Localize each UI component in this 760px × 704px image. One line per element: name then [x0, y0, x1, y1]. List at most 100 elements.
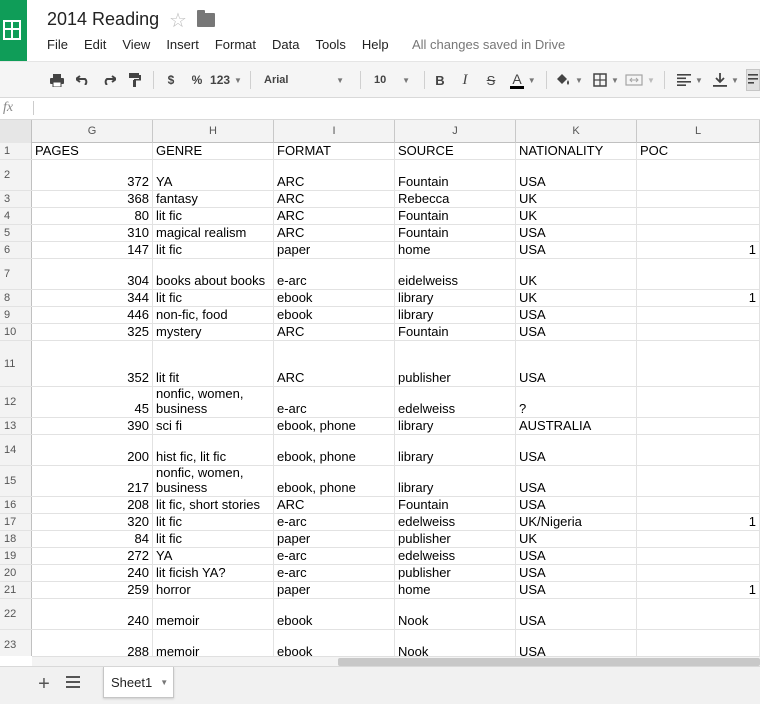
print-icon[interactable] — [48, 69, 66, 91]
row-header[interactable]: 13 — [0, 418, 32, 434]
vertical-align-button[interactable]: ▼ — [710, 69, 742, 91]
cell-j17[interactable]: edelweiss — [395, 514, 516, 530]
save-status[interactable]: All changes saved in Drive — [412, 37, 565, 52]
number-format-dropdown[interactable]: 123 ▼ — [210, 69, 242, 91]
cell-g3[interactable]: 368 — [32, 191, 153, 207]
strikethrough-button[interactable]: S — [482, 69, 500, 91]
cell-h21[interactable]: horror — [153, 582, 274, 598]
cell-g22[interactable]: 240 — [32, 599, 153, 629]
row-header[interactable]: 22 — [0, 599, 32, 629]
cell-k22[interactable]: USA — [516, 599, 637, 629]
cell-j20[interactable]: publisher — [395, 565, 516, 581]
font-size-select[interactable]: 10 ▼ — [368, 69, 416, 91]
cell-g5[interactable]: 310 — [32, 225, 153, 241]
cell-i20[interactable]: e-arc — [274, 565, 395, 581]
cell-k7[interactable]: UK — [516, 259, 637, 289]
cell-h5[interactable]: magical realism — [153, 225, 274, 241]
formula-input[interactable] — [33, 101, 34, 115]
horizontal-align-button[interactable]: ▼ — [674, 69, 706, 91]
cell-g11[interactable]: 352 — [32, 341, 153, 386]
cell-k12[interactable]: ? — [516, 387, 637, 417]
cell-i5[interactable]: ARC — [274, 225, 395, 241]
cell-k14[interactable]: USA — [516, 435, 637, 465]
cell-i11[interactable]: ARC — [274, 341, 395, 386]
cell-g18[interactable]: 84 — [32, 531, 153, 547]
cell-j15[interactable]: library — [395, 466, 516, 496]
cell-j4[interactable]: Fountain — [395, 208, 516, 224]
row-header[interactable]: 18 — [0, 531, 32, 547]
scrollbar-thumb[interactable] — [338, 658, 760, 666]
cell-j13[interactable]: library — [395, 418, 516, 434]
bold-button[interactable]: B — [431, 69, 449, 91]
cell-i7[interactable]: e-arc — [274, 259, 395, 289]
menu-view[interactable]: View — [122, 37, 150, 55]
cell-i9[interactable]: ebook — [274, 307, 395, 323]
cell-h6[interactable]: lit fic — [153, 242, 274, 258]
cell-g16[interactable]: 208 — [32, 497, 153, 513]
row-header[interactable]: 4 — [0, 208, 32, 224]
cell-i10[interactable]: ARC — [274, 324, 395, 340]
cell-l12[interactable] — [637, 387, 760, 417]
row-header[interactable]: 9 — [0, 307, 32, 323]
cell-l8[interactable]: 1 — [637, 290, 760, 306]
cell-l7[interactable] — [637, 259, 760, 289]
cell-l14[interactable] — [637, 435, 760, 465]
column-header-l[interactable]: L — [637, 120, 760, 143]
row-header[interactable]: 15 — [0, 466, 32, 496]
cell-h22[interactable]: memoir — [153, 599, 274, 629]
cell-h7[interactable]: books about books — [153, 259, 274, 289]
cell-g21[interactable]: 259 — [32, 582, 153, 598]
cell-l1[interactable]: POC — [637, 143, 760, 159]
menu-edit[interactable]: Edit — [84, 37, 106, 55]
row-header[interactable]: 2 — [0, 160, 32, 190]
cell-k17[interactable]: UK/Nigeria — [516, 514, 637, 530]
merge-cells-button[interactable]: ▼ — [624, 69, 656, 91]
menu-tools[interactable]: Tools — [315, 37, 345, 55]
cell-g8[interactable]: 344 — [32, 290, 153, 306]
column-header-h[interactable]: H — [153, 120, 274, 143]
cell-h14[interactable]: hist fic, lit fic — [153, 435, 274, 465]
cell-i14[interactable]: ebook, phone — [274, 435, 395, 465]
row-header[interactable]: 21 — [0, 582, 32, 598]
paint-format-icon[interactable] — [126, 69, 144, 91]
menu-help[interactable]: Help — [362, 37, 389, 55]
redo-icon[interactable] — [100, 69, 118, 91]
cell-h23[interactable]: memoir — [153, 630, 274, 656]
cell-g10[interactable]: 325 — [32, 324, 153, 340]
row-header[interactable]: 5 — [0, 225, 32, 241]
cell-j11[interactable]: publisher — [395, 341, 516, 386]
cell-k23[interactable]: USA — [516, 630, 637, 656]
document-title[interactable]: 2014 Reading — [47, 9, 159, 30]
menu-file[interactable]: File — [47, 37, 68, 55]
column-header-g[interactable]: G — [32, 120, 153, 143]
cell-i6[interactable]: paper — [274, 242, 395, 258]
cell-i21[interactable]: paper — [274, 582, 395, 598]
cell-h19[interactable]: YA — [153, 548, 274, 564]
cell-j8[interactable]: library — [395, 290, 516, 306]
cell-g15[interactable]: 217 — [32, 466, 153, 496]
cell-l20[interactable] — [637, 565, 760, 581]
cell-l9[interactable] — [637, 307, 760, 323]
row-header[interactable]: 10 — [0, 324, 32, 340]
cell-l10[interactable] — [637, 324, 760, 340]
column-header-i[interactable]: I — [274, 120, 395, 143]
row-header[interactable]: 16 — [0, 497, 32, 513]
cell-g23[interactable]: 288 — [32, 630, 153, 656]
cell-j16[interactable]: Fountain — [395, 497, 516, 513]
text-wrap-button[interactable] — [746, 69, 760, 91]
cell-k2[interactable]: USA — [516, 160, 637, 190]
cell-l2[interactable] — [637, 160, 760, 190]
cell-h16[interactable]: lit fic, short stories — [153, 497, 274, 513]
cell-i18[interactable]: paper — [274, 531, 395, 547]
cell-l23[interactable] — [637, 630, 760, 656]
horizontal-scrollbar[interactable] — [32, 656, 760, 666]
cell-j2[interactable]: Fountain — [395, 160, 516, 190]
cell-k5[interactable]: USA — [516, 225, 637, 241]
cell-k9[interactable]: USA — [516, 307, 637, 323]
cell-k15[interactable]: USA — [516, 466, 637, 496]
cell-i13[interactable]: ebook, phone — [274, 418, 395, 434]
row-header[interactable]: 17 — [0, 514, 32, 530]
cell-k20[interactable]: USA — [516, 565, 637, 581]
cell-i16[interactable]: ARC — [274, 497, 395, 513]
cell-h15[interactable]: nonfic, women, business — [153, 466, 274, 496]
